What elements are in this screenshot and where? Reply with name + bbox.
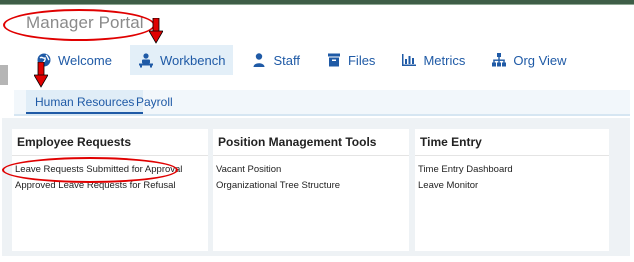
org-chart-icon	[491, 52, 507, 68]
left-edge-marker	[0, 65, 8, 85]
panel-title: Employee Requests	[12, 129, 208, 156]
tab-payroll[interactable]: Payroll	[127, 90, 182, 114]
nav-staff-label: Staff	[273, 52, 300, 68]
annotation-arrow-icon	[149, 18, 163, 44]
nav-metrics-label: Metrics	[423, 52, 466, 68]
link-time-entry-dashboard[interactable]: Time Entry Dashboard	[418, 162, 609, 178]
link-vacant-position[interactable]: Vacant Position	[216, 162, 409, 178]
nav-files[interactable]: Files	[318, 45, 383, 75]
nav-files-label: Files	[347, 52, 376, 68]
panel-title: Time Entry	[415, 129, 609, 156]
panel-title: Position Management Tools	[213, 129, 409, 156]
annotation-oval-title	[3, 9, 155, 41]
sub-tab-bar: Human Resources Payroll	[14, 90, 630, 116]
nav-org-view-label: Org View	[513, 52, 567, 68]
panel-time-entry: Time Entry Time Entry Dashboard Leave Mo…	[415, 129, 609, 251]
nav-org-view[interactable]: Org View	[483, 45, 574, 75]
nav-workbench[interactable]: Workbench	[129, 45, 234, 75]
workbench-icon	[138, 52, 154, 68]
window-top-strip	[0, 0, 634, 5]
panel-employee-requests: Employee Requests Leave Requests Submitt…	[12, 129, 208, 251]
nav-workbench-label: Workbench	[159, 52, 226, 68]
annotation-arrow-icon	[34, 62, 48, 88]
nav-staff[interactable]: Staff	[243, 45, 308, 75]
nav-metrics[interactable]: Metrics	[393, 45, 473, 75]
bar-chart-icon	[401, 52, 417, 68]
person-icon	[251, 52, 267, 68]
nav-welcome-label: Welcome	[58, 52, 112, 68]
panel-position-management: Position Management Tools Vacant Positio…	[213, 129, 409, 251]
main-nav: Welcome Workbench Staff Files Metrics Or…	[28, 45, 585, 75]
link-leave-monitor[interactable]: Leave Monitor	[418, 178, 609, 194]
tab-human-resources[interactable]: Human Resources	[26, 90, 144, 114]
link-org-tree-structure[interactable]: Organizational Tree Structure	[216, 178, 409, 194]
file-icon	[326, 52, 342, 68]
annotation-oval-leave-link	[2, 157, 178, 183]
